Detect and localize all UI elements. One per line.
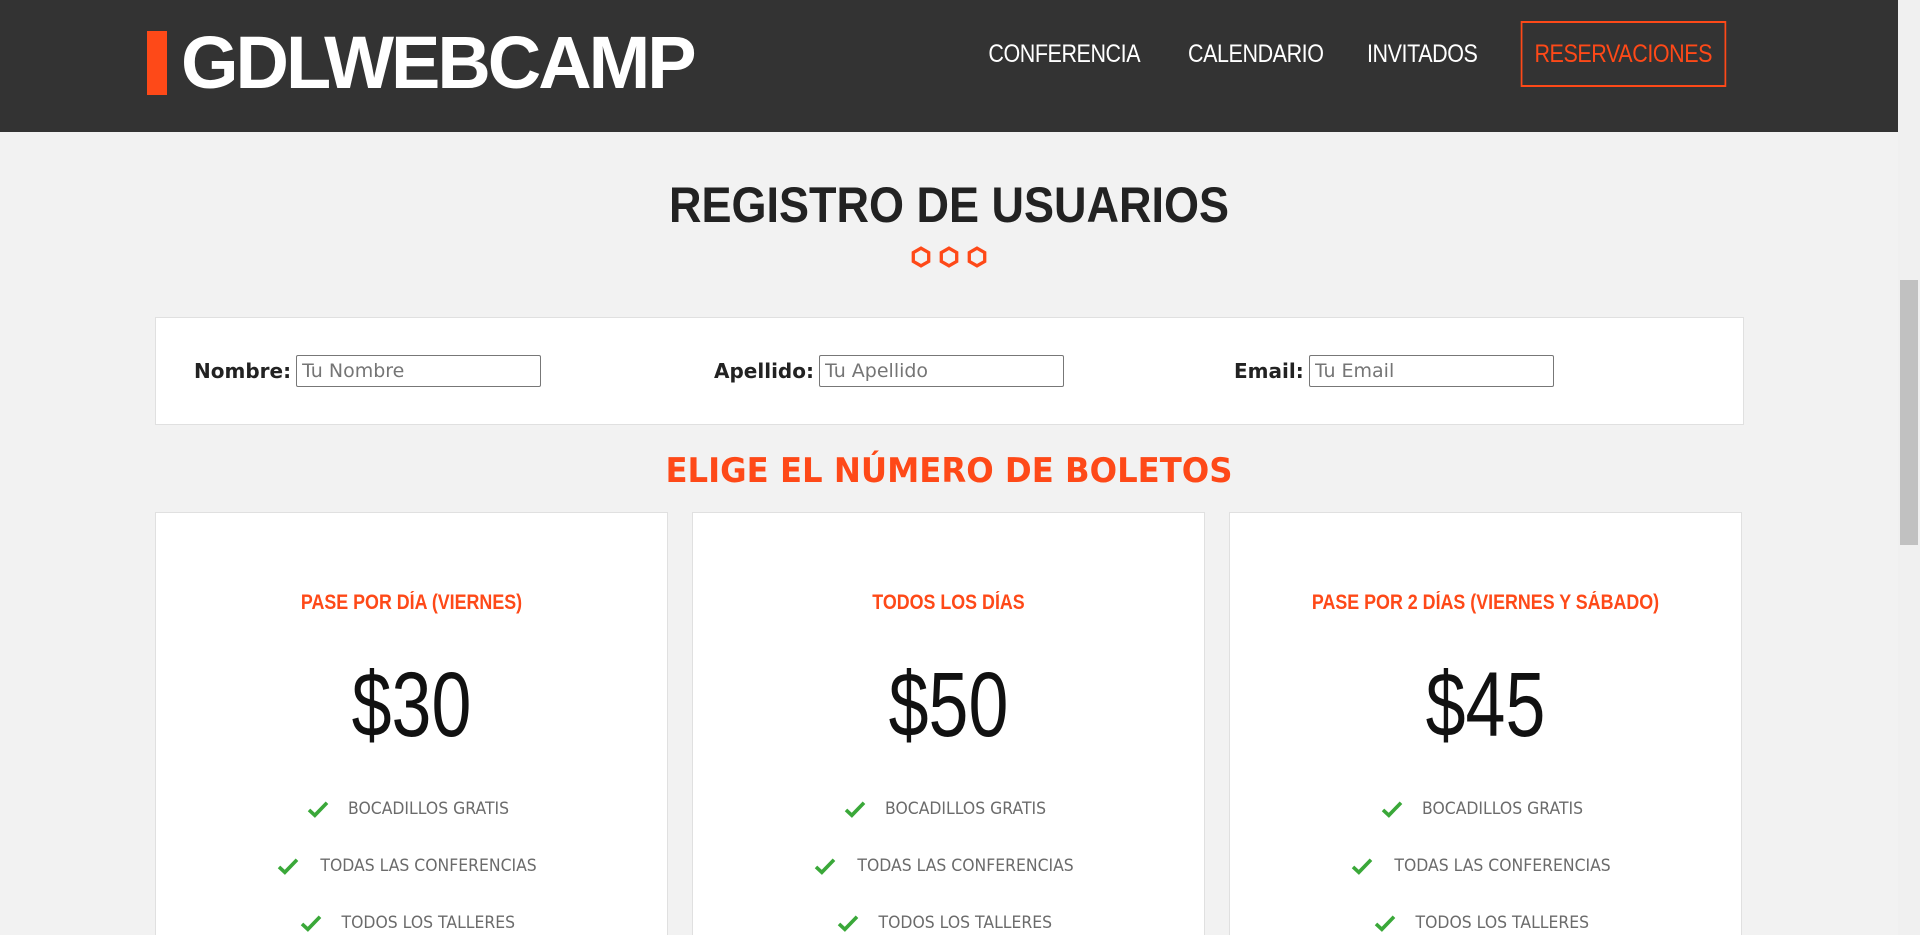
check-icon bbox=[1351, 857, 1373, 875]
email-input[interactable] bbox=[1308, 355, 1554, 387]
registration-form: Nombre: Apellido: Email: bbox=[155, 317, 1744, 425]
check-icon bbox=[277, 857, 299, 875]
logo-accent-bar bbox=[147, 31, 167, 95]
main-nav: CONFERENCIA CALENDARIO INVITADOS RESERVA… bbox=[956, 21, 1743, 87]
ticket-title: PASE POR 2 DÍAS (VIERNES Y SÁBADO) bbox=[1311, 591, 1660, 614]
feature-item: BOCADILLOS GRATIS bbox=[156, 780, 667, 837]
ticket-card-viernes: PASE POR DÍA (VIERNES) $30 BOCADILLOS GR… bbox=[155, 512, 668, 935]
feature-item: TODOS LOS TALLERES bbox=[693, 894, 1204, 935]
check-icon bbox=[814, 857, 836, 875]
email-field-group: Email: bbox=[1234, 355, 1554, 387]
hexagon-icon bbox=[939, 246, 959, 268]
apellido-label: Apellido: bbox=[714, 359, 814, 383]
feature-list: BOCADILLOS GRATIS TODAS LAS CONFERENCIAS… bbox=[693, 780, 1204, 935]
nav-item-conferencia[interactable]: CONFERENCIA bbox=[985, 40, 1144, 69]
site-header: GDLWEBCAMP CONFERENCIA CALENDARIO INVITA… bbox=[0, 0, 1898, 132]
check-icon bbox=[1374, 914, 1396, 932]
feature-item: BOCADILLOS GRATIS bbox=[693, 780, 1204, 837]
ticket-card-dos-dias: PASE POR 2 DÍAS (VIERNES Y SÁBADO) $45 B… bbox=[1229, 512, 1742, 935]
apellido-input[interactable] bbox=[818, 355, 1064, 387]
feature-item: TODAS LAS CONFERENCIAS bbox=[693, 837, 1204, 894]
ticket-price: $30 bbox=[351, 654, 472, 756]
hexagon-icon bbox=[911, 246, 931, 268]
email-label: Email: bbox=[1234, 359, 1304, 383]
ticket-card-todos: TODOS LOS DÍAS $50 BOCADILLOS GRATIS TOD… bbox=[692, 512, 1205, 935]
check-icon bbox=[844, 800, 866, 818]
logo[interactable]: GDLWEBCAMP bbox=[147, 18, 697, 108]
nombre-label: Nombre: bbox=[194, 359, 292, 383]
title-divider bbox=[0, 246, 1898, 268]
nav-item-reservaciones[interactable]: RESERVACIONES bbox=[1521, 21, 1727, 87]
ticket-price: $50 bbox=[888, 654, 1009, 756]
check-icon bbox=[300, 914, 322, 932]
nav-item-calendario[interactable]: CALENDARIO bbox=[1184, 40, 1326, 69]
logo-text: GDLWEBCAMP bbox=[181, 21, 697, 104]
apellido-field-group: Apellido: bbox=[714, 355, 1064, 387]
feature-item: TODAS LAS CONFERENCIAS bbox=[1230, 837, 1741, 894]
ticket-title: TODOS LOS DÍAS bbox=[872, 591, 1025, 614]
check-icon bbox=[307, 800, 329, 818]
feature-item: TODAS LAS CONFERENCIAS bbox=[156, 837, 667, 894]
nombre-input[interactable] bbox=[296, 355, 542, 387]
feature-list: BOCADILLOS GRATIS TODAS LAS CONFERENCIAS… bbox=[156, 780, 667, 935]
feature-item: BOCADILLOS GRATIS bbox=[1230, 780, 1741, 837]
scrollbar-thumb[interactable] bbox=[1900, 280, 1918, 545]
feature-item: TODOS LOS TALLERES bbox=[156, 894, 667, 935]
tickets-heading: ELIGE EL NÚMERO DE BOLETOS bbox=[665, 451, 1233, 491]
check-icon bbox=[837, 914, 859, 932]
nav-item-invitados[interactable]: INVITADOS bbox=[1364, 40, 1481, 69]
page-title: REGISTRO DE USUARIOS bbox=[668, 177, 1230, 233]
page-scrollbar[interactable] bbox=[1898, 0, 1920, 935]
hexagon-icon bbox=[967, 246, 987, 268]
check-icon bbox=[1381, 800, 1403, 818]
feature-list: BOCADILLOS GRATIS TODAS LAS CONFERENCIAS… bbox=[1230, 780, 1741, 935]
ticket-price: $45 bbox=[1425, 654, 1546, 756]
nombre-field-group: Nombre: bbox=[194, 355, 542, 387]
ticket-title: PASE POR DÍA (VIERNES) bbox=[300, 591, 523, 614]
feature-item: TODOS LOS TALLERES bbox=[1230, 894, 1741, 935]
